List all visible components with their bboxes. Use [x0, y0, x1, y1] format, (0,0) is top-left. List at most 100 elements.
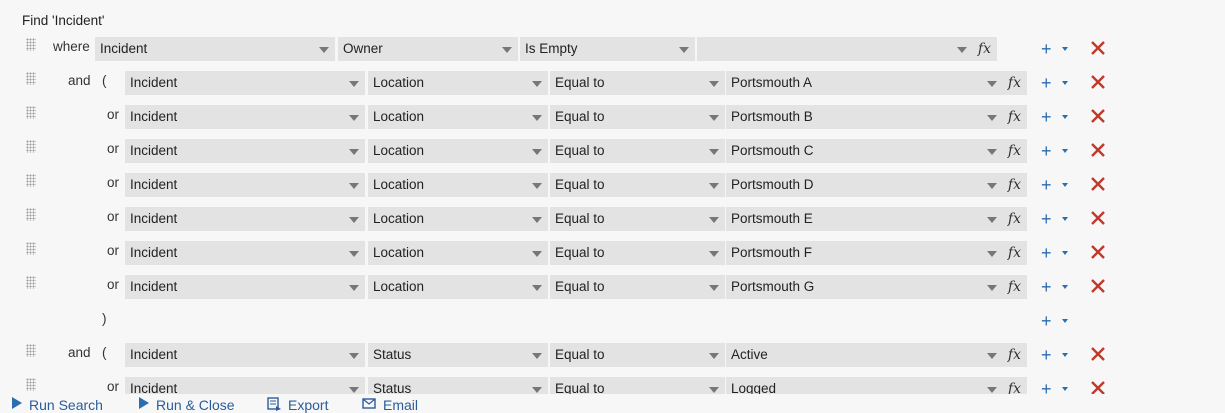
value-select[interactable]: Portsmouth B fx [726, 105, 1027, 129]
dropdown-arrow-icon[interactable] [532, 81, 542, 87]
chevron-down-icon[interactable] [1062, 217, 1068, 221]
dropdown-arrow-icon[interactable] [532, 251, 542, 257]
drag-handle-icon[interactable] [26, 38, 36, 51]
operator-select[interactable]: Equal to [550, 173, 725, 197]
object-select[interactable]: Incident [125, 105, 365, 129]
add-criteria-button[interactable]: + [1041, 173, 1052, 197]
dropdown-arrow-icon[interactable] [349, 285, 359, 291]
field-select[interactable]: Location [368, 71, 548, 95]
dropdown-arrow-icon[interactable] [532, 183, 542, 189]
dropdown-arrow-icon[interactable] [532, 217, 542, 223]
dropdown-arrow-icon[interactable] [532, 387, 542, 393]
chevron-down-icon[interactable] [1062, 115, 1068, 119]
dropdown-arrow-icon[interactable] [532, 285, 542, 291]
connector-label[interactable]: and [68, 345, 91, 360]
drag-handle-icon[interactable] [26, 276, 36, 289]
connector-label[interactable]: and [68, 73, 91, 88]
object-select[interactable]: Incident [125, 275, 365, 299]
connector-label[interactable]: or [107, 277, 119, 292]
dropdown-arrow-icon[interactable] [349, 353, 359, 359]
object-select[interactable]: Incident [95, 37, 335, 61]
dropdown-arrow-icon[interactable] [349, 251, 359, 257]
dropdown-arrow-icon[interactable] [987, 81, 997, 87]
dropdown-arrow-icon[interactable] [532, 115, 542, 121]
operator-select[interactable]: Equal to [550, 139, 725, 163]
dropdown-arrow-icon[interactable] [709, 285, 719, 291]
object-select[interactable]: Incident [125, 139, 365, 163]
dropdown-arrow-icon[interactable] [709, 217, 719, 223]
dropdown-arrow-icon[interactable] [987, 387, 997, 393]
delete-icon[interactable] [1091, 107, 1105, 125]
connector-label[interactable]: where [53, 39, 90, 54]
formula-icon[interactable]: fx [1008, 71, 1021, 95]
delete-icon[interactable] [1091, 39, 1105, 57]
operator-select[interactable]: Is Empty [520, 37, 695, 61]
run-close-button[interactable]: Run & Close [139, 397, 235, 413]
chevron-down-icon[interactable] [1062, 353, 1068, 357]
connector-label[interactable]: or [107, 243, 119, 258]
drag-handle-icon[interactable] [26, 208, 36, 221]
delete-icon[interactable] [1091, 73, 1105, 91]
add-criteria-button[interactable]: + [1041, 241, 1052, 265]
email-button[interactable]: Email [362, 397, 418, 413]
formula-icon[interactable]: fx [1008, 105, 1021, 129]
delete-icon[interactable] [1091, 175, 1105, 193]
dropdown-arrow-icon[interactable] [349, 149, 359, 155]
dropdown-arrow-icon[interactable] [349, 217, 359, 223]
drag-handle-icon[interactable] [26, 72, 36, 85]
add-criteria-button[interactable]: + [1041, 275, 1052, 299]
drag-handle-icon[interactable] [26, 378, 36, 391]
field-select[interactable]: Location [368, 139, 548, 163]
object-select[interactable]: Incident [125, 343, 365, 367]
value-select[interactable]: Portsmouth E fx [726, 207, 1027, 231]
field-select[interactable]: Location [368, 275, 548, 299]
chevron-down-icon[interactable] [1062, 81, 1068, 85]
dropdown-arrow-icon[interactable] [987, 353, 997, 359]
connector-label[interactable]: or [107, 141, 119, 156]
dropdown-arrow-icon[interactable] [319, 47, 329, 53]
formula-icon[interactable]: fx [1008, 241, 1021, 265]
add-criteria-button[interactable]: + [1041, 71, 1052, 95]
add-criteria-button[interactable]: + [1041, 309, 1052, 333]
dropdown-arrow-icon[interactable] [349, 81, 359, 87]
dropdown-arrow-icon[interactable] [709, 353, 719, 359]
connector-label[interactable]: or [107, 379, 119, 394]
formula-icon[interactable]: fx [1008, 173, 1021, 197]
dropdown-arrow-icon[interactable] [987, 115, 997, 121]
dropdown-arrow-icon[interactable] [957, 47, 967, 53]
dropdown-arrow-icon[interactable] [532, 149, 542, 155]
field-select[interactable]: Location [368, 241, 548, 265]
operator-select[interactable]: Equal to [550, 275, 725, 299]
operator-select[interactable]: Equal to [550, 241, 725, 265]
dropdown-arrow-icon[interactable] [709, 387, 719, 393]
dropdown-arrow-icon[interactable] [349, 115, 359, 121]
value-select[interactable]: Active fx [726, 343, 1027, 367]
connector-label[interactable]: or [107, 209, 119, 224]
formula-icon[interactable]: fx [1008, 139, 1021, 163]
dropdown-arrow-icon[interactable] [709, 115, 719, 121]
operator-select[interactable]: Equal to [550, 71, 725, 95]
add-criteria-button[interactable]: + [1041, 105, 1052, 129]
chevron-down-icon[interactable] [1062, 387, 1068, 391]
delete-icon[interactable] [1091, 277, 1105, 295]
dropdown-arrow-icon[interactable] [987, 149, 997, 155]
chevron-down-icon[interactable] [1062, 47, 1068, 51]
add-criteria-button[interactable]: + [1041, 37, 1052, 61]
export-button[interactable]: Export [267, 397, 328, 413]
operator-select[interactable]: Equal to [550, 343, 725, 367]
dropdown-arrow-icon[interactable] [709, 81, 719, 87]
object-select[interactable]: Incident [125, 71, 365, 95]
dropdown-arrow-icon[interactable] [709, 251, 719, 257]
operator-select[interactable]: Equal to [550, 105, 725, 129]
delete-icon[interactable] [1091, 209, 1105, 227]
dropdown-arrow-icon[interactable] [679, 47, 689, 53]
object-select[interactable]: Incident [125, 173, 365, 197]
dropdown-arrow-icon[interactable] [349, 183, 359, 189]
connector-label[interactable]: or [107, 175, 119, 190]
formula-icon[interactable]: fx [1008, 275, 1021, 299]
delete-icon[interactable] [1091, 243, 1105, 261]
value-select[interactable]: Portsmouth C fx [726, 139, 1027, 163]
run-search-button[interactable]: Run Search [12, 397, 103, 413]
chevron-down-icon[interactable] [1062, 183, 1068, 187]
chevron-down-icon[interactable] [1062, 149, 1068, 153]
